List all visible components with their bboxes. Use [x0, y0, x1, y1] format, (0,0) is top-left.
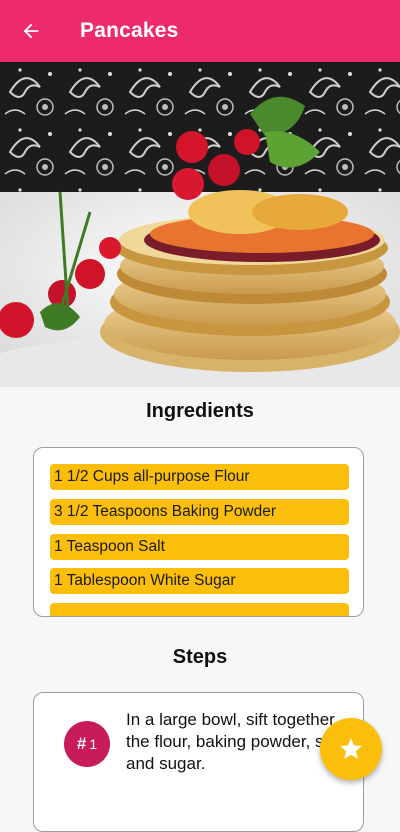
favorite-button[interactable]: [320, 718, 382, 780]
ingredient-item: 1 Teaspoon Salt: [50, 534, 349, 560]
arrow-left-icon: [23, 23, 39, 39]
ingredients-heading: Ingredients: [146, 400, 254, 422]
ingredients-list[interactable]: 1 1/2 Cups all-purpose Flour 3 1/2 Teasp…: [33, 447, 364, 617]
recipe-hero-image: [0, 62, 400, 387]
app-bar: Pancakes: [0, 0, 400, 62]
pancake-photo: [0, 62, 400, 387]
back-button[interactable]: [0, 0, 62, 62]
step-hash: #: [76, 734, 87, 753]
step-number-badge: # 1: [64, 721, 110, 767]
ingredient-item: 1 Tablespoon White Sugar: [50, 568, 349, 594]
ingredient-item: 3 1/2 Teaspoons Baking Powder: [50, 499, 349, 525]
steps-heading: Steps: [172, 646, 228, 668]
star-icon: [340, 738, 362, 759]
ingredient-item: 1 1/2 Cups all-purpose Flour: [50, 464, 349, 490]
ingredient-item: [50, 603, 349, 616]
step-number: 1: [89, 736, 98, 752]
steps-list[interactable]: # 1 In a large bowl, sift together the f…: [33, 692, 364, 832]
page-title: Pancakes: [80, 19, 179, 42]
